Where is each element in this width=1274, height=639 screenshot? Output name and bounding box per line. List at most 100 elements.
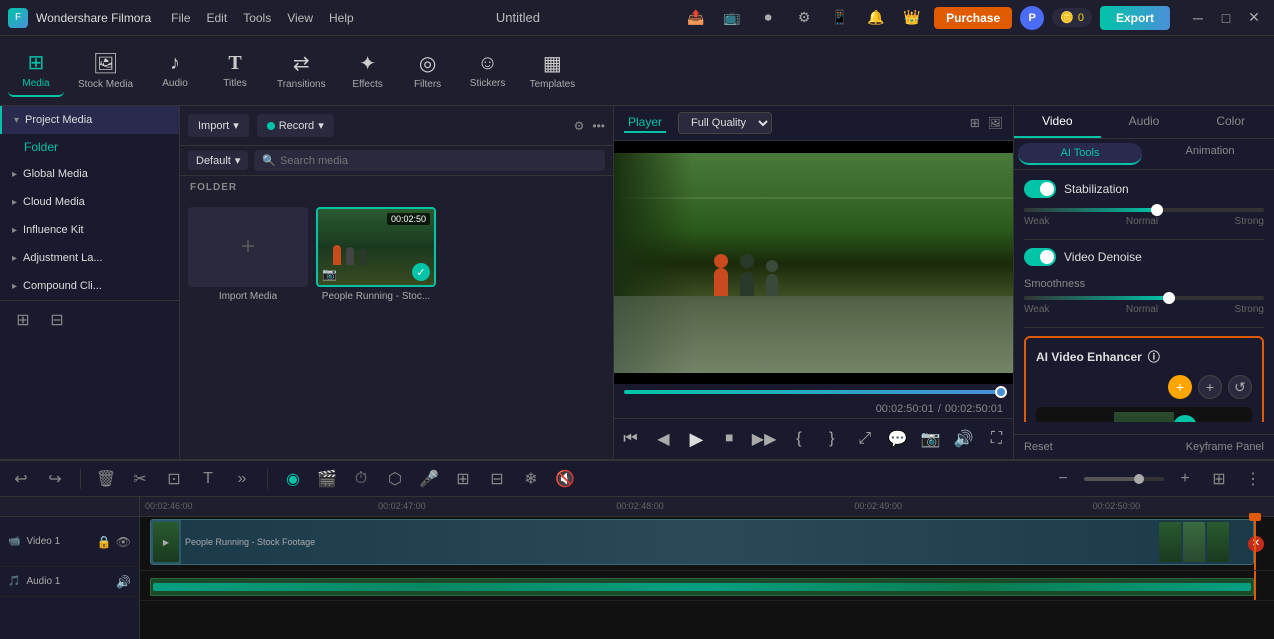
reset-button[interactable]: Reset [1024, 441, 1053, 453]
mute-button[interactable]: 🔇 [552, 466, 578, 492]
sidebar-item-global-media[interactable]: ▸ Global Media [0, 160, 179, 188]
sidebar-item-folder[interactable]: Folder [0, 134, 179, 160]
speed-button[interactable]: ⏱ [348, 466, 374, 492]
filter-icon[interactable]: ⚙ [574, 119, 585, 133]
tab-color[interactable]: Color [1187, 106, 1274, 138]
grid-view-icon[interactable]: ⊞ [970, 116, 980, 130]
undo-button[interactable]: ↩ [8, 466, 34, 492]
image-icon[interactable]: 🖼 [988, 116, 1003, 130]
play-button[interactable]: ▶ [686, 425, 707, 453]
mark-out-icon[interactable]: } [821, 425, 842, 453]
split-button[interactable]: ⊞ [450, 466, 476, 492]
export-button[interactable]: Export [1100, 6, 1170, 30]
smoothness-slider[interactable] [1024, 296, 1264, 300]
add-plus-button[interactable]: + [1198, 375, 1222, 399]
maximize-button[interactable]: □ [1214, 6, 1238, 30]
stabilization-slider[interactable] [1024, 208, 1264, 212]
import-media-thumb[interactable]: + [188, 207, 308, 287]
menu-file[interactable]: File [171, 11, 190, 25]
plus-zoom-button[interactable]: + [1172, 466, 1198, 492]
purchase-button[interactable]: Purchase [934, 7, 1012, 29]
extract-icon[interactable]: ⤢ [854, 425, 875, 453]
fullscreen-icon[interactable]: ⛶ [986, 425, 1007, 453]
record-button[interactable]: Record ▾ [257, 114, 334, 137]
close-button[interactable]: ✕ [1242, 6, 1266, 30]
sidebar-item-cloud-media[interactable]: ▸ Cloud Media [0, 188, 179, 216]
subtitle-icon[interactable]: 💬 [887, 425, 908, 453]
stabilization-toggle[interactable] [1024, 180, 1056, 198]
voice-button[interactable]: 🎤 [416, 466, 442, 492]
menu-tools[interactable]: Tools [243, 11, 271, 25]
minimize-button[interactable]: ─ [1186, 6, 1210, 30]
toolbar-media[interactable]: ⊞ Media [8, 44, 64, 97]
video-clip-thumb[interactable]: 00:02:50 📷 ✓ [316, 207, 436, 287]
menu-view[interactable]: View [287, 11, 313, 25]
delete-button[interactable]: 🗑 [93, 466, 119, 492]
toolbar-titles[interactable]: T Titles [207, 46, 263, 95]
toolbar-audio[interactable]: ♪ Audio [147, 46, 203, 95]
tab-player[interactable]: Player [624, 113, 666, 133]
search-input[interactable] [280, 155, 597, 167]
quality-select[interactable]: Full Quality [678, 112, 772, 134]
profile-avatar[interactable]: P [1020, 6, 1044, 30]
text-button[interactable]: T [195, 466, 221, 492]
more-icon[interactable]: ••• [592, 119, 605, 133]
redo-button[interactable]: ↪ [42, 466, 68, 492]
freeze-button[interactable]: ❄ [518, 466, 544, 492]
tab-animation[interactable]: Animation [1146, 139, 1274, 169]
toolbar-filters[interactable]: ◎ Filters [400, 45, 456, 96]
grid-toggle-button[interactable]: ⊞ [1206, 466, 1232, 492]
audio-volume-icon[interactable]: 🔊 [116, 575, 131, 589]
phone-icon[interactable]: 📱 [826, 4, 854, 32]
more-options-button[interactable]: ⋮ [1240, 466, 1266, 492]
snapshot-icon[interactable]: 📷 [920, 425, 941, 453]
menu-help[interactable]: Help [329, 11, 354, 25]
player-icon[interactable]: ⏺ [754, 4, 782, 32]
add-smart-icon[interactable]: ⊟ [44, 307, 70, 333]
close-clip-button[interactable]: ✕ [1248, 536, 1264, 552]
volume-icon[interactable]: 🔊 [953, 425, 974, 453]
mask-button[interactable]: ⬡ [382, 466, 408, 492]
toolbar-stickers[interactable]: ☺ Stickers [460, 46, 516, 95]
sidebar-item-project-media[interactable]: ▾ Project Media [0, 106, 179, 134]
settings-icon[interactable]: ⚙ [790, 4, 818, 32]
progress-bar[interactable] [614, 384, 1013, 400]
sidebar-item-adjustment[interactable]: ▸ Adjustment La... [0, 244, 179, 272]
screen-icon[interactable]: 📺 [718, 4, 746, 32]
toolbar-effects[interactable]: ✦ Effects [340, 45, 396, 96]
bell-icon[interactable]: 🔔 [862, 4, 890, 32]
tab-audio[interactable]: Audio [1101, 106, 1188, 138]
auto-enhance-button[interactable]: ◉ [280, 466, 306, 492]
video-denoise-toggle[interactable] [1024, 248, 1056, 266]
add-folder-icon[interactable]: ⊞ [10, 307, 36, 333]
toolbar-stock-media[interactable]: 🖼 Stock Media [68, 45, 143, 96]
tab-ai-tools[interactable]: AI Tools [1018, 143, 1142, 165]
mark-in-icon[interactable]: { [788, 425, 809, 453]
eye-icon[interactable]: 👁 [116, 535, 131, 549]
keyframe-panel-button[interactable]: Keyframe Panel [1186, 441, 1264, 453]
crown-icon[interactable]: 👑 [898, 4, 926, 32]
trim-button[interactable]: ⊡ [161, 466, 187, 492]
toolbar-transitions[interactable]: ⇄ Transitions [267, 45, 336, 96]
zoom-slider[interactable] [1084, 477, 1164, 481]
group-button[interactable]: ⊟ [484, 466, 510, 492]
import-button[interactable]: Import ▾ [188, 114, 249, 137]
refresh-button[interactable]: ↺ [1228, 375, 1252, 399]
tab-video[interactable]: Video [1014, 106, 1101, 138]
more-tools-icon[interactable]: » [229, 466, 255, 492]
cut-button[interactable]: ✂ [127, 466, 153, 492]
video-clip[interactable]: ▶ People Running - Stock Footage [150, 519, 1254, 565]
next-frame-icon[interactable]: ▶▶ [752, 425, 777, 453]
menu-edit[interactable]: Edit [207, 11, 228, 25]
lock-icon[interactable]: 🔒 [97, 535, 112, 549]
skip-back-icon[interactable]: ⏮ [620, 425, 641, 453]
toolbar-templates[interactable]: ▦ Templates [520, 45, 586, 96]
audio-clip[interactable] [150, 578, 1254, 596]
stop-icon[interactable]: ⏹ [719, 425, 740, 453]
minus-zoom-button[interactable]: − [1050, 466, 1076, 492]
sort-button[interactable]: Default ▾ [188, 151, 248, 170]
sidebar-item-compound[interactable]: ▸ Compound Cli... [0, 272, 179, 300]
sidebar-item-influence-kit[interactable]: ▸ Influence Kit [0, 216, 179, 244]
prev-frame-icon[interactable]: ◀ [653, 425, 674, 453]
share-icon[interactable]: 📤 [682, 4, 710, 32]
